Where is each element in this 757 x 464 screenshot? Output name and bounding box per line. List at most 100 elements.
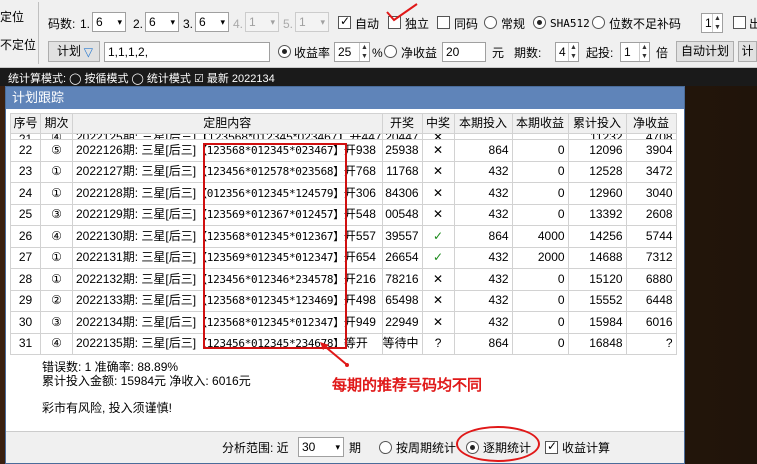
auto-plan-button[interactable]: 自动计划 [676,41,734,62]
cell-seq: 30 [10,311,41,334]
window-footer: 分析范围: 近 30▾ 期 按周期统计 逐期统计 收益计算 [6,426,684,463]
locate-label: 定位 [0,10,25,24]
table-row[interactable]: 29 ② 2022133期: 三星[后三]【123568*012345*123469… [10,289,677,312]
pos4-select[interactable]: 1 ▾ [245,12,279,32]
extra-checkbox[interactable] [733,16,746,29]
cell-seq: 27 [10,246,41,269]
cell-win: ✕ [421,203,455,226]
cell-total: 14688 [567,246,627,269]
cell-seq: 24 [10,182,41,205]
pos1-select[interactable]: 6 ▾ [92,12,126,32]
table-row[interactable]: 27 ① 2022131期: 三星[后三]【123569*012345*012347… [10,246,677,269]
mode-strip-text: 统计算模式: ◯ 按循模式 ◯ 统计模式 ☑ 最新 2022134 [8,73,275,85]
recommended-codes: 【123568*012345*012367】 [196,229,344,243]
cell-draw: 11768 [381,160,423,183]
cell-total: 15120 [567,268,627,291]
cell-content: 2022130期: 三星[后三]【123568*012345*012367】开5… [72,225,383,248]
col-draw[interactable]: 开奖 [381,113,423,134]
recommended-codes: 【123568*012345*023467】 [196,143,344,157]
recommended-codes: 【123568*012345*123469】 [196,294,344,308]
auto-checkbox[interactable] [338,14,351,29]
table-row[interactable]: 30 ③ 2022134期: 三星[后三]【123568*012345*012347… [10,311,677,334]
divider [38,2,39,64]
col-content[interactable]: 定胆内容 [72,113,383,134]
cell-draw: 65498 [381,289,423,312]
net-radio[interactable] [384,45,397,58]
cell-issue: ④ [40,225,73,248]
pad-stepper[interactable]: 1 ▲ ▼ [701,13,723,33]
cell-net: 3472 [625,160,677,183]
pos2-index: 2. [133,17,144,31]
sha512-radio[interactable] [533,16,546,29]
col-issue[interactable]: 期次 [40,113,73,134]
recommended-codes: 【123456*012578*023568】 [196,165,344,179]
cell-total: 12096 [567,139,627,162]
table-row[interactable]: 25 ③ 2022129期: 三星[后三]【123569*012367*012457… [10,203,677,226]
same-code-checkbox[interactable] [437,16,450,29]
pad-radio[interactable] [592,16,605,29]
cell-win: ✕ [421,268,455,291]
pos1-index: 1. [80,17,91,31]
auto-label: 自动 [355,17,380,31]
col-net[interactable]: 净收益 [625,113,677,134]
issue-prefix: 2022129期: 三星[后三] [76,207,197,222]
cell-content: 2022126期: 三星[后三]【123568*012345*023467】开9… [72,139,383,162]
col-income[interactable]: 本期收益 [511,113,569,134]
col-total[interactable]: 累计投入 [567,113,627,134]
col-win[interactable]: 中奖 [421,113,455,134]
pos5-select[interactable]: 1 ▾ [295,12,329,32]
recommended-codes: 【123569*012367*012457】 [196,208,344,222]
cell-content: 2022131期: 三星[后三]【123569*012345*012347】开6… [72,246,383,269]
open-label: 开557 [343,228,376,243]
annotation-text: 每期的推荐号码均不同 [332,377,483,394]
weekly-radio[interactable] [379,441,392,454]
cell-win: ✕ [421,139,455,162]
recommended-codes: 【123456*012346*234578】 [196,272,344,286]
table-row[interactable]: 23 ① 2022127期: 三星[后三]【123456*012578*023568… [10,160,677,183]
plan-button[interactable]: 计划 ▽ [48,41,100,62]
calc-button[interactable]: 计 [738,41,757,62]
table-row[interactable]: 28 ① 2022132期: 三星[后三]【123456*012346*234578… [10,268,677,291]
pos2-select[interactable]: 6 ▾ [145,12,179,32]
cell-income: 4000 [511,225,569,248]
cell-draw: 20447 [381,133,423,140]
annotation-arrow-icon [320,342,349,367]
issue-prefix: 2022132期: 三星[后三] [76,271,197,286]
net-input[interactable]: 20 [442,42,486,62]
open-label: 开949 [343,314,376,329]
open-label: 开768 [343,164,376,179]
plan-input[interactable]: 1,1,1,2, [104,42,270,62]
issue-prefix: 2022134期: 三星[后三] [76,314,197,329]
cell-draw: 39557 [381,225,423,248]
range-select[interactable]: 30 ▾ [298,437,344,457]
cell-invest: 864 [453,332,513,355]
start-stepper[interactable]: 1 ▲ ▼ [620,42,650,62]
normal-radio[interactable] [484,16,497,29]
cell-net: 6016 [625,311,677,334]
table-row[interactable]: 26 ④ 2022130期: 三星[后三]【123568*012345*012367… [10,225,677,248]
cell-draw: 25938 [381,139,423,162]
col-seq[interactable]: 序号 [10,113,41,134]
no-locate-label: 不定位 [0,38,37,52]
income-checkbox[interactable] [545,439,558,454]
cell-total: 12960 [567,182,627,205]
periods-stepper[interactable]: 4 ▲ ▼ [555,42,579,62]
issue-prefix: 2022127期: 三星[后三] [76,164,197,179]
cell-total: 15984 [567,311,627,334]
cell-income: 0 [511,160,569,183]
col-invest[interactable]: 本期投入 [453,113,513,134]
pos3-select[interactable]: 6 ▾ [195,12,229,32]
yield-stepper[interactable]: 25 ▲ ▼ [334,42,370,62]
cell-total: 13392 [567,203,627,226]
table-row[interactable]: 24 ① 2022128期: 三星[后三]【012356*012345*124579… [10,182,677,205]
yield-radio[interactable] [278,45,291,58]
cell-content: 2022125期: 三星[后三]【123568*012345*023467】开4… [72,133,383,140]
issue-prefix: 2022133期: 三星[后三] [76,293,197,308]
cell-income: 0 [511,203,569,226]
cell-total: 12528 [567,160,627,183]
cell-net: 3040 [625,182,677,205]
cell-draw: 等待中 [381,332,423,355]
table-row[interactable]: 22 ⑤ 2022126期: 三星[后三]【123568*012345*023467… [10,139,677,162]
income-label: 收益计算 [562,441,611,455]
cell-draw: 00548 [381,203,423,226]
